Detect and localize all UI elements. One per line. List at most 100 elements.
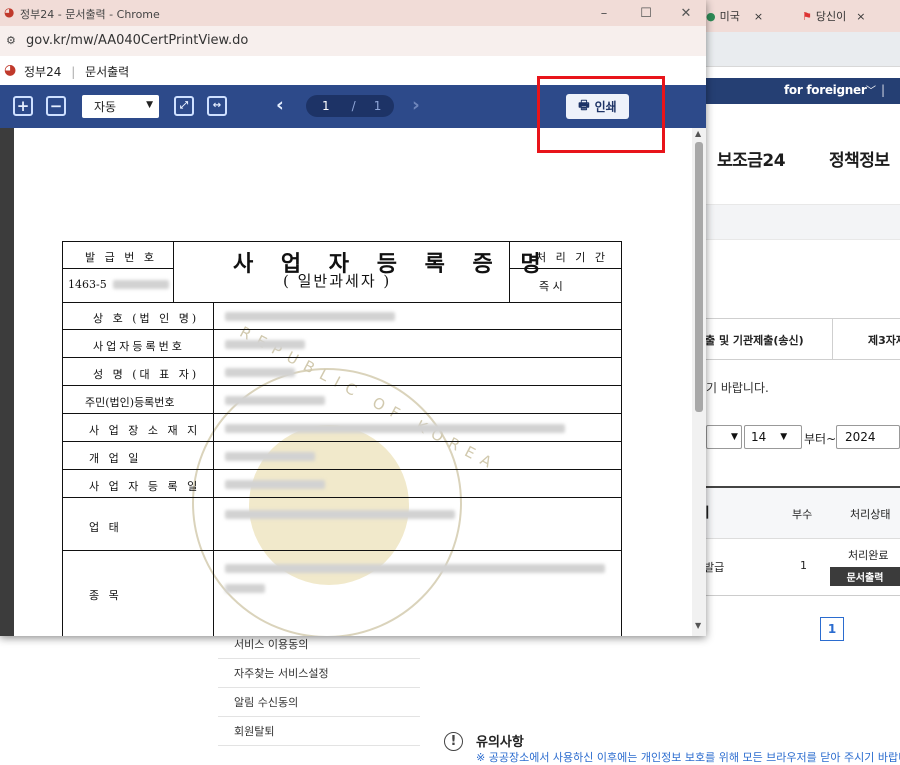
divider: | [881,83,886,97]
issue-number-label: 발 급 번 호 [85,251,157,264]
site-favicon-icon: ● [706,9,716,23]
address-url[interactable]: gov.kr/mw/AA040CertPrintView.do [26,33,248,48]
current-page[interactable]: 1 [322,99,330,113]
chevron-down-icon: ▼ [780,432,788,442]
caution-text: ※ 공공장소에서 사용하신 이후에는 개인정보 보호를 위해 모든 브라우저를 … [476,751,900,764]
field-label-representative: 성 명 (대 표 자) [93,368,200,381]
redacted-value [225,340,305,349]
highlight-box-print [537,76,665,153]
page-separator: / [351,99,356,113]
background-tab-1[interactable]: ● 미국 × [706,6,763,26]
issue-number-value: 1463-5 [68,278,107,291]
processing-period-label: 처 리 기 간 [536,251,608,264]
previous-page-icon[interactable]: ‹ [276,94,284,116]
processing-period-value: 즉 시 [539,280,563,293]
background-tab-2[interactable]: ⚑ 당신이 × [802,6,865,26]
total-pages: 1 [373,99,382,113]
pdf-viewer[interactable]: REPUBLIC OF KOREA 발 급 번 호 1463-5 사 업 자 등… [0,128,706,636]
scrollbar-thumb[interactable] [695,142,703,412]
redacted-value [225,480,325,489]
flag-icon: ⚑ [802,9,812,23]
row-status: 처리완료 [848,549,889,562]
notice-text: 기 바랍니다. [706,381,769,395]
field-label-registration-date: 사 업 자 등 록 일 [89,480,201,493]
zoom-out-icon[interactable]: − [46,96,66,116]
year-input[interactable]: 2024 [836,425,900,449]
menu-subsidy24[interactable]: 보조금24 [717,146,786,171]
maximize-icon[interactable]: ☐ [636,3,656,23]
field-label-opening-date: 개 업 일 [89,452,142,465]
top-utility-bar: for foreigner ﹀ | [700,78,900,104]
page-name: 문서출력 [85,65,130,79]
tab-third-party[interactable]: 제3자제 [868,332,900,348]
site-info-icon[interactable]: ⚙ [6,34,16,47]
field-label-resident-number: 주민(법인)등록번호 [85,396,175,409]
gov24-logo-icon: ◕ [4,5,15,19]
tab-submission[interactable]: 출 및 기관제출(송신) [705,332,804,348]
zoom-in-icon[interactable]: + [13,96,33,116]
field-label-business-item: 종 목 [89,589,122,602]
tab-close-icon[interactable]: × [856,10,865,23]
close-icon[interactable]: ✕ [676,3,696,23]
document-print-button[interactable]: 문서출력 [830,567,900,586]
month-select[interactable]: ▼ [706,425,742,449]
scroll-up-icon[interactable]: ▲ [695,129,701,138]
chevron-down-icon: ▼ [731,432,738,442]
divider [63,441,621,442]
field-label-registration-number: 사업자등록번호 [93,340,185,353]
chevron-down-icon: ﹀ [866,86,876,97]
header-title: 정부24 | 문서출력 [24,63,129,80]
side-menu-withdraw[interactable]: 회원탈퇴 [218,717,420,746]
field-label-business-type: 업 태 [89,521,122,534]
redacted-value [225,584,265,593]
redacted-value [113,280,169,289]
divider: | [71,65,76,79]
fit-page-icon[interactable]: ⤢ [174,96,194,116]
redacted-value [225,564,605,573]
submission-tabs: 출 및 기관제출(송신) 제3자제 [700,318,900,360]
day-value: 14 [751,430,767,444]
side-menu-favorites[interactable]: 자주찾는 서비스설정 [218,659,420,688]
range-separator: 부터~ [804,432,837,446]
business-registration-certificate: 발 급 번 호 1463-5 사 업 자 등 록 증 명 ( 일반과세자 ) 처… [62,241,622,636]
background-tab-bar: ● 미국 × ⚑ 당신이 × [700,0,900,32]
field-label-business-name: 상 호 (법 인 명) [93,312,200,325]
day-select[interactable]: 14 ▼ [744,425,802,449]
tab-label: 미국 [719,10,740,23]
next-page-icon[interactable]: › [412,94,420,116]
zoom-select[interactable]: 자동 ▼ [82,95,159,118]
divider [173,242,174,302]
fit-width-icon[interactable]: ↔ [207,96,227,116]
divider [63,385,621,386]
side-menu-notification[interactable]: 알림 수신동의 [218,688,420,717]
for-foreigner-link[interactable]: for foreigner [784,83,867,97]
breadcrumb-bar [700,204,900,240]
vertical-scrollbar[interactable]: ▲ ▼ [692,128,706,636]
pdf-page: REPUBLIC OF KOREA 발 급 번 호 1463-5 사 업 자 등… [14,128,692,636]
redacted-value [225,510,455,519]
divider [63,469,621,470]
row-copies: 1 [800,559,807,572]
divider [63,302,621,303]
gov24-logo-icon: ◕ [4,62,17,78]
tab-label: 당신이 [815,10,847,23]
caution-title: 유의사항 [476,735,524,750]
menu-policy-info[interactable]: 정책정보 [829,146,890,171]
popup-address-bar: ⚙ gov.kr/mw/AA040CertPrintView.do [0,26,706,56]
divider [63,357,621,358]
table-row: 발급 1 처리완료 문서출력 [700,537,900,596]
header-status: 처리상태 [850,508,891,521]
redacted-value [225,312,395,321]
scroll-down-icon[interactable]: ▼ [695,621,701,630]
side-menu: 서비스 이용동의 자주찾는 서비스설정 알림 수신동의 회원탈퇴 [218,630,420,746]
pagination-page-1[interactable]: 1 [820,617,844,641]
brand-name: 정부24 [24,65,62,79]
window-title: 정부24 - 문서출력 - Chrome [20,8,160,21]
minimize-icon[interactable]: – [594,3,614,23]
redacted-value [225,452,315,461]
redacted-value [225,396,325,405]
table-header: ┃ 부수 처리상태 [700,486,900,539]
zoom-value: 자동 [94,100,117,114]
tab-close-icon[interactable]: × [754,10,763,23]
page-indicator: 1 / 1 [306,95,394,117]
